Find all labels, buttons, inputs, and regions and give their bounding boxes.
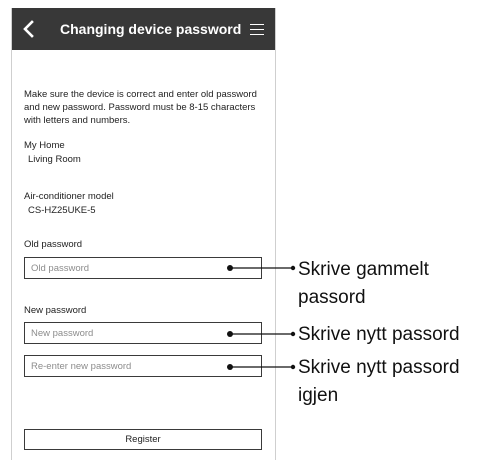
reenter-password-field bbox=[24, 355, 262, 377]
page-title: Changing device password bbox=[60, 21, 242, 37]
callout-new-password: Skrive nytt passord bbox=[298, 324, 460, 345]
title-bar: Changing device password bbox=[12, 8, 275, 50]
model-label: Air-conditioner model bbox=[24, 191, 114, 202]
old-password-label: Old password bbox=[24, 239, 83, 250]
annotated-screenshot: Changing device password Make sure the d… bbox=[0, 0, 490, 460]
new-password-label: New password bbox=[24, 305, 87, 316]
model-value: CS-HZ25UKE-5 bbox=[28, 205, 96, 216]
menu-bar-line bbox=[250, 29, 264, 30]
menu-bar-line bbox=[250, 34, 264, 35]
chevron-left-icon bbox=[23, 20, 34, 38]
new-password-field bbox=[24, 322, 262, 344]
callout-reenter-password-line1: Skrive nytt passord bbox=[298, 357, 460, 378]
instructions-text: Make sure the device is correct and ente… bbox=[24, 89, 257, 126]
callout-old-password-line2: passord bbox=[298, 287, 366, 308]
register-button[interactable]: Register bbox=[24, 429, 262, 450]
reenter-password-input[interactable] bbox=[25, 356, 261, 376]
back-button[interactable] bbox=[18, 17, 40, 41]
home-label: My Home bbox=[24, 140, 65, 151]
callout-old-password-line1: Skrive gammelt bbox=[298, 259, 429, 280]
home-room-value: Living Room bbox=[28, 154, 81, 165]
callout-reenter-password-line2: igjen bbox=[298, 385, 339, 406]
old-password-input[interactable] bbox=[25, 258, 261, 278]
phone-screen: Changing device password Make sure the d… bbox=[11, 8, 276, 460]
menu-button[interactable] bbox=[250, 20, 266, 38]
menu-bar-line bbox=[250, 24, 264, 25]
old-password-field bbox=[24, 257, 262, 279]
new-password-input[interactable] bbox=[25, 323, 261, 343]
